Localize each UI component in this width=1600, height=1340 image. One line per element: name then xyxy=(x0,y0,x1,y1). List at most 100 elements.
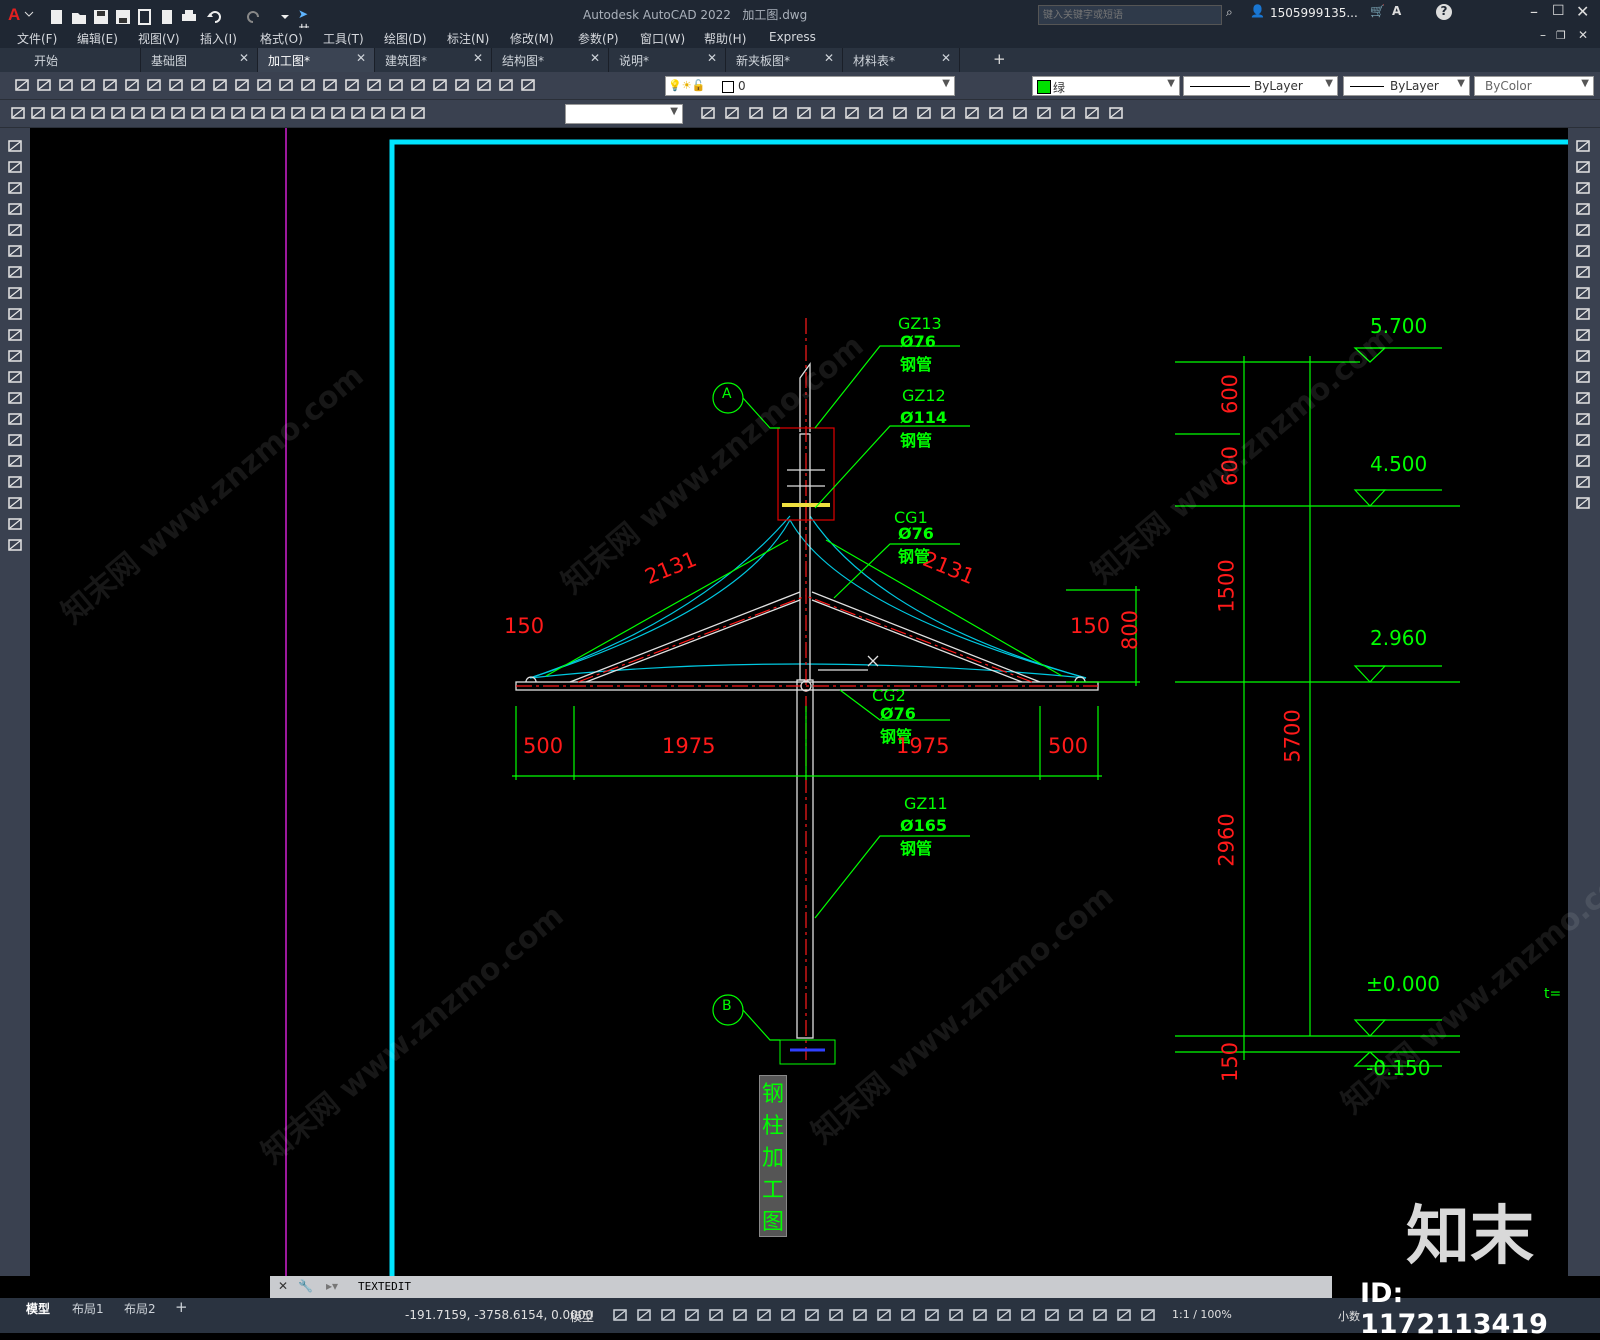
search-box[interactable] xyxy=(1038,5,1222,25)
close-icon[interactable]: ✕ xyxy=(941,51,951,65)
match-icon[interactable] xyxy=(212,77,228,93)
ortho-icon[interactable] xyxy=(684,1307,700,1323)
maximize-button[interactable]: ☐ xyxy=(1552,3,1565,19)
gizmo-icon[interactable] xyxy=(948,1307,964,1323)
tolerance-icon[interactable] xyxy=(290,105,306,121)
3d-osnap-icon[interactable] xyxy=(876,1307,892,1323)
units-display[interactable]: 小数 xyxy=(1338,1308,1360,1324)
tab-architecture[interactable]: 建筑图* ✕ xyxy=(375,48,492,72)
close-button[interactable]: ✕ xyxy=(1576,2,1589,21)
dynamic-ucs-icon[interactable] xyxy=(900,1307,916,1323)
selection-filter-icon[interactable] xyxy=(924,1307,940,1323)
app-menu-button[interactable]: A xyxy=(6,4,34,24)
annotation-monitor-icon[interactable] xyxy=(1044,1307,1060,1323)
scale-icon[interactable] xyxy=(772,105,788,121)
color-dropdown[interactable]: 绿 ▼ xyxy=(1032,76,1180,96)
autodesk-a360-icon[interactable]: A xyxy=(1392,4,1401,18)
help-icon[interactable]: ? xyxy=(1436,4,1452,20)
snap-icon[interactable] xyxy=(636,1307,652,1323)
command-close-icon[interactable]: ✕ xyxy=(278,1279,288,1293)
region-icon[interactable] xyxy=(7,474,23,490)
polar-icon[interactable] xyxy=(708,1307,724,1323)
menu-insert[interactable]: 插入(I) xyxy=(200,30,237,47)
close-icon[interactable]: ✕ xyxy=(707,51,717,65)
open-icon[interactable] xyxy=(70,8,88,26)
revcloud-icon[interactable] xyxy=(7,285,23,301)
ellipse-arc-icon[interactable] xyxy=(7,348,23,364)
chamfer-icon[interactable] xyxy=(916,105,932,121)
drawing-canvas[interactable]: .g{stroke:#00ff00;fill:none;stroke-width… xyxy=(30,128,1600,1276)
export-icon[interactable] xyxy=(158,8,176,26)
grid-icon[interactable] xyxy=(612,1307,628,1323)
array-icon[interactable] xyxy=(1575,222,1591,238)
hatch-icon[interactable] xyxy=(7,432,23,448)
erase-icon[interactable] xyxy=(1575,138,1591,154)
arc-length-icon[interactable] xyxy=(70,105,86,121)
save-icon[interactable] xyxy=(58,77,74,93)
object-track-icon[interactable] xyxy=(756,1307,772,1323)
add-selected-icon[interactable] xyxy=(7,537,23,553)
calc-icon[interactable] xyxy=(476,77,492,93)
workspace-icon[interactable] xyxy=(1020,1307,1036,1323)
update-icon[interactable] xyxy=(410,105,426,121)
cut-icon[interactable] xyxy=(146,77,162,93)
array-icon[interactable] xyxy=(1012,105,1028,121)
new-icon[interactable] xyxy=(14,77,30,93)
menu-parametric[interactable]: 参数(P) xyxy=(578,30,619,47)
ordinate-icon[interactable] xyxy=(90,105,106,121)
undo-icon[interactable] xyxy=(234,77,250,93)
ellipse-icon[interactable] xyxy=(7,327,23,343)
command-prompt-icon[interactable]: ▸▾ xyxy=(326,1279,338,1293)
tab-notes[interactable]: 说明* ✕ xyxy=(609,48,726,72)
fillet-icon[interactable] xyxy=(940,105,956,121)
offset-icon[interactable] xyxy=(1036,105,1052,121)
tab-materials[interactable]: 材料表* ✕ xyxy=(843,48,960,72)
paste-icon[interactable] xyxy=(190,77,206,93)
user-icon[interactable]: 👤 xyxy=(1250,4,1265,18)
tab-start[interactable]: 开始 xyxy=(24,48,141,72)
linear-icon[interactable] xyxy=(30,105,46,121)
aligned-icon[interactable] xyxy=(50,105,66,121)
qdim-icon[interactable] xyxy=(10,105,26,121)
redo-icon[interactable] xyxy=(244,8,262,26)
undo-icon[interactable] xyxy=(206,8,224,26)
diameter-icon[interactable] xyxy=(150,105,166,121)
help-icon[interactable] xyxy=(498,77,514,93)
menu-file[interactable]: 文件(F) xyxy=(17,30,57,47)
new-tab-button[interactable]: + xyxy=(993,50,1006,68)
move-icon[interactable] xyxy=(700,105,716,121)
line-icon[interactable] xyxy=(7,138,23,154)
space-icon[interactable] xyxy=(250,105,266,121)
trim-icon[interactable] xyxy=(820,105,836,121)
command-text[interactable]: TEXTEDIT xyxy=(358,1280,411,1293)
menu-draw[interactable]: 绘图(D) xyxy=(384,30,427,47)
rotate-icon[interactable] xyxy=(748,105,764,121)
chamfer-icon[interactable] xyxy=(1575,432,1591,448)
menu-format[interactable]: 格式(O) xyxy=(260,30,303,47)
group-icon[interactable] xyxy=(1108,105,1124,121)
annotation-visibility-icon[interactable] xyxy=(972,1307,988,1323)
break-pt-icon[interactable] xyxy=(868,105,884,121)
center-mark-icon[interactable] xyxy=(310,105,326,121)
join-icon[interactable] xyxy=(892,105,908,121)
cart-icon[interactable]: 🛒 xyxy=(1370,4,1385,18)
close-icon[interactable]: ✕ xyxy=(590,51,600,65)
point-icon[interactable] xyxy=(7,411,23,427)
polyline-icon[interactable] xyxy=(7,180,23,196)
save-icon[interactable] xyxy=(92,8,110,26)
new-icon[interactable] xyxy=(48,8,66,26)
menu-edit[interactable]: 编辑(E) xyxy=(77,30,118,47)
edit-icon[interactable] xyxy=(370,105,386,121)
print-icon[interactable] xyxy=(80,77,96,93)
model-space-toggle[interactable]: 模型 xyxy=(570,1308,594,1325)
coordinates-readout[interactable]: -191.7159, -3758.6154, 0.0000 xyxy=(405,1308,593,1322)
publish-icon[interactable] xyxy=(136,8,154,26)
tab-structure[interactable]: 结构图* ✕ xyxy=(492,48,609,72)
doc-restore-button[interactable]: ❐ xyxy=(1556,29,1566,42)
search-input[interactable] xyxy=(1039,6,1215,24)
command-customize-icon[interactable]: 🔧 xyxy=(298,1279,313,1293)
break-at-point-icon[interactable] xyxy=(1575,369,1591,385)
infer-icon[interactable] xyxy=(660,1307,676,1323)
move-icon[interactable] xyxy=(1575,243,1591,259)
menu-tools[interactable]: 工具(T) xyxy=(323,30,364,47)
